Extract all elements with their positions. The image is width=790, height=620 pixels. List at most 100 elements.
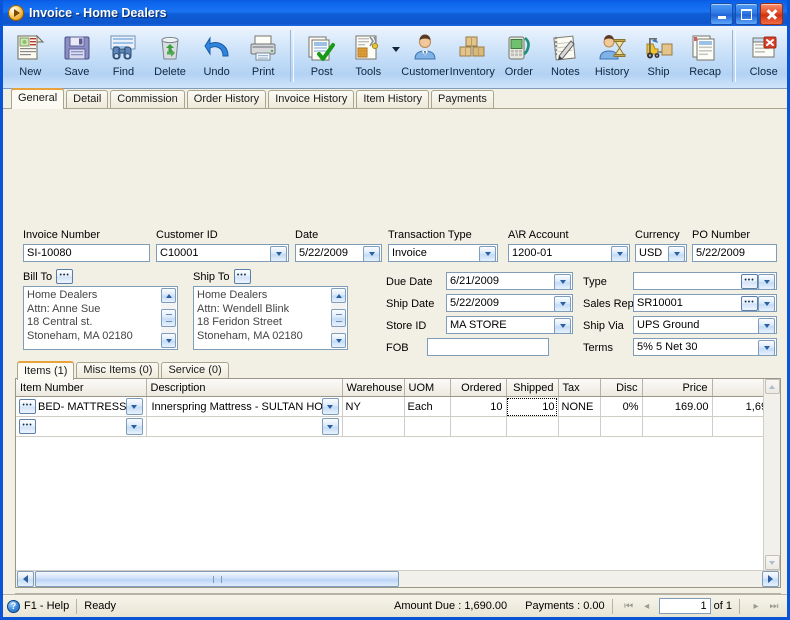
grid-tab-misc-items[interactable]: Misc Items (0): [76, 362, 160, 379]
table-row[interactable]: [16, 416, 763, 437]
inventory-button[interactable]: Inventory: [449, 28, 496, 86]
type-combo[interactable]: [633, 272, 777, 290]
tab-detail[interactable]: Detail: [66, 90, 109, 108]
save-button[interactable]: Save: [54, 28, 101, 86]
new-button[interactable]: New: [7, 28, 54, 86]
scroll-left-icon[interactable]: [17, 571, 34, 587]
post-button[interactable]: Post: [298, 28, 345, 86]
bill-to-scrollbar[interactable]: [161, 288, 176, 348]
customer-button[interactable]: Customer: [401, 28, 449, 86]
grid-tab-items[interactable]: Items (1): [17, 361, 75, 380]
cell-shipped[interactable]: 10: [506, 396, 559, 417]
chevron-down-icon[interactable]: [321, 418, 339, 435]
chevron-down-icon[interactable]: [270, 246, 287, 261]
ship-date-combo[interactable]: 5/22/2009: [446, 294, 573, 312]
ship-to-scrollbar[interactable]: [331, 288, 346, 348]
chevron-down-icon[interactable]: [554, 318, 571, 333]
tab-general[interactable]: General: [11, 88, 65, 109]
tab-payments[interactable]: Payments: [431, 90, 494, 108]
close-toolbar-button[interactable]: Close: [740, 28, 787, 86]
chevron-down-icon[interactable]: [611, 246, 628, 261]
col-uom[interactable]: UOM: [404, 379, 451, 397]
currency-combo[interactable]: USD: [635, 244, 687, 262]
cell-price[interactable]: 169.00: [642, 396, 713, 417]
ar-account-combo[interactable]: 1200-01: [508, 244, 630, 262]
po-number-input[interactable]: 5/22/2009: [692, 244, 777, 262]
ship-to-lookup-button[interactable]: [233, 269, 251, 284]
ship-to-address[interactable]: Home Dealers Attn: Wendell Blink 18 Feri…: [193, 286, 348, 350]
invoice-number-input[interactable]: SI-10080: [23, 244, 150, 262]
col-item-number[interactable]: Item Number: [16, 379, 147, 397]
chevron-down-icon[interactable]: [125, 398, 143, 415]
transaction-type-combo[interactable]: Invoice: [388, 244, 498, 262]
scrollbar-thumb[interactable]: [331, 309, 346, 327]
cell-uom[interactable]: Each: [404, 396, 451, 417]
tab-order-history[interactable]: Order History: [186, 90, 267, 108]
undo-button[interactable]: Undo: [193, 28, 240, 86]
cell-total[interactable]: 1,690.00: [712, 396, 763, 417]
recap-button[interactable]: Recap: [682, 28, 729, 86]
scroll-up-icon[interactable]: [764, 379, 780, 394]
page-number-input[interactable]: 1: [658, 598, 711, 614]
cell-description[interactable]: [146, 416, 343, 437]
sales-rep-combo[interactable]: SR10001: [633, 294, 777, 312]
maximize-button[interactable]: [735, 3, 758, 25]
cell-item-number[interactable]: BED- MATTRESS: [16, 396, 147, 417]
bill-to-lookup-button[interactable]: [56, 269, 74, 284]
order-button[interactable]: Order: [496, 28, 543, 86]
delete-button[interactable]: Delete: [147, 28, 194, 86]
cell-tax[interactable]: NONE: [558, 396, 601, 417]
chevron-down-icon[interactable]: [668, 246, 685, 261]
tab-item-history[interactable]: Item History: [356, 90, 430, 108]
next-record-icon[interactable]: ▸: [747, 598, 765, 614]
scroll-right-icon[interactable]: [762, 571, 779, 587]
tab-commission[interactable]: Commission: [110, 90, 185, 108]
col-ordered[interactable]: Ordered: [450, 379, 507, 397]
customer-id-combo[interactable]: C10001: [156, 244, 289, 262]
minimize-button[interactable]: [710, 3, 733, 25]
last-record-icon[interactable]: ⏭: [765, 598, 783, 614]
item-lookup-button[interactable]: [19, 399, 36, 414]
chevron-down-icon[interactable]: [758, 274, 775, 289]
chevron-down-icon[interactable]: [554, 274, 571, 289]
history-button[interactable]: History: [589, 28, 636, 86]
tab-invoice-history[interactable]: Invoice History: [268, 90, 355, 108]
chevron-down-icon[interactable]: [363, 246, 380, 261]
col-disc[interactable]: Disc: [600, 379, 643, 397]
bill-to-address[interactable]: Home Dealers Attn: Anne Sue 18 Central s…: [23, 286, 178, 350]
col-price[interactable]: Price: [642, 379, 713, 397]
chevron-down-icon[interactable]: [554, 296, 571, 311]
previous-record-icon[interactable]: ◂: [638, 598, 656, 614]
ship-via-combo[interactable]: UPS Ground: [633, 316, 777, 334]
cell-disc[interactable]: [600, 416, 643, 437]
store-id-combo[interactable]: MA STORE: [446, 316, 573, 334]
scroll-up-icon[interactable]: [331, 288, 346, 303]
cell-shipped[interactable]: [506, 416, 559, 437]
terms-combo[interactable]: 5% 5 Net 30: [633, 338, 777, 356]
chevron-down-icon[interactable]: [758, 340, 775, 355]
tools-dropdown-arrow-icon[interactable]: [392, 28, 402, 86]
cell-price[interactable]: [642, 416, 713, 437]
cell-ordered[interactable]: [450, 416, 507, 437]
scroll-up-icon[interactable]: [161, 288, 176, 303]
cell-description[interactable]: Innerspring Mattress - SULTAN HOGB: [146, 396, 343, 417]
cell-item-number[interactable]: [16, 416, 147, 437]
cell-uom[interactable]: [404, 416, 451, 437]
cell-ordered[interactable]: 10: [450, 396, 507, 417]
help-question-icon[interactable]: ?: [7, 599, 20, 613]
first-record-icon[interactable]: ⏮: [620, 598, 638, 614]
chevron-down-icon[interactable]: [758, 318, 775, 333]
col-shipped[interactable]: Shipped: [506, 379, 559, 397]
scroll-down-icon[interactable]: [161, 333, 176, 348]
due-date-combo[interactable]: 6/21/2009: [446, 272, 573, 290]
sales-rep-lookup-button[interactable]: [741, 296, 758, 311]
cell-warehouse[interactable]: NY: [342, 396, 405, 417]
print-button[interactable]: Print: [240, 28, 287, 86]
chevron-down-icon[interactable]: [758, 296, 775, 311]
grid-vertical-scrollbar[interactable]: [763, 379, 780, 570]
date-combo[interactable]: 5/22/2009: [295, 244, 382, 262]
item-lookup-button[interactable]: [19, 419, 36, 434]
chevron-down-icon[interactable]: [321, 398, 339, 415]
scrollbar-thumb[interactable]: [161, 309, 176, 327]
hscrollbar-thumb[interactable]: [35, 571, 399, 587]
